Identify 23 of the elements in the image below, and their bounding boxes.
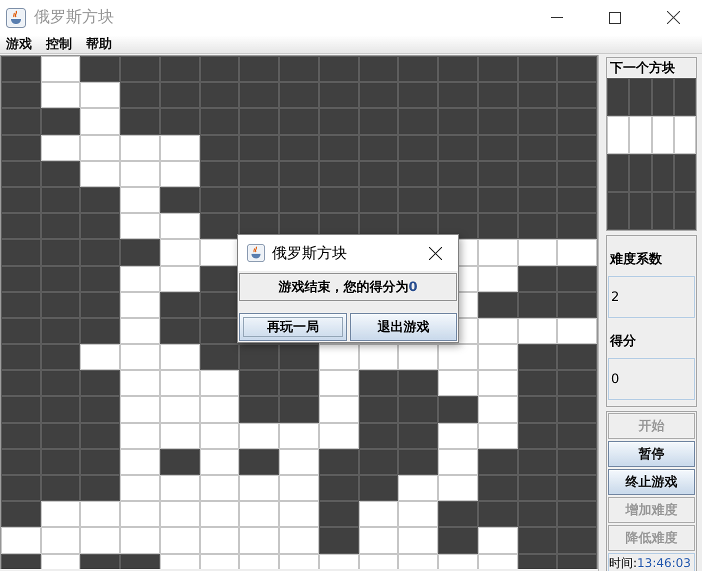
control-button[interactable]: 终止游戏 [608,469,695,495]
message-text: 游戏结束，您的得分为 [278,279,408,296]
close-icon[interactable] [666,11,680,24]
control-button[interactable]: 暂停 [608,441,695,467]
score-field[interactable]: 0 [608,358,695,400]
dialog-title: 俄罗斯方块 [272,244,348,262]
dialog-button[interactable]: 再玩一局 [239,313,346,341]
field-label: 得分 [608,333,637,351]
maximize-icon[interactable] [609,12,621,24]
app-icon [6,8,26,28]
message-score: 0 [408,280,418,294]
difficulty-field[interactable]: 2 [608,276,695,318]
menu-item[interactable]: 游戏 [6,35,32,53]
app-icon [247,244,265,262]
window-title: 俄罗斯方块 [34,7,115,28]
close-icon[interactable] [429,246,442,260]
menu-item[interactable]: 控制 [46,35,72,53]
clock-value: 13:46:03 [637,556,691,570]
panel-title: 下一个方块 [609,60,676,78]
field-label: 难度系数 [608,250,663,269]
clock-label: 时间: [609,554,638,571]
menu-item[interactable]: 帮助 [86,35,112,53]
dialog-button[interactable]: 退出游戏 [350,313,457,341]
